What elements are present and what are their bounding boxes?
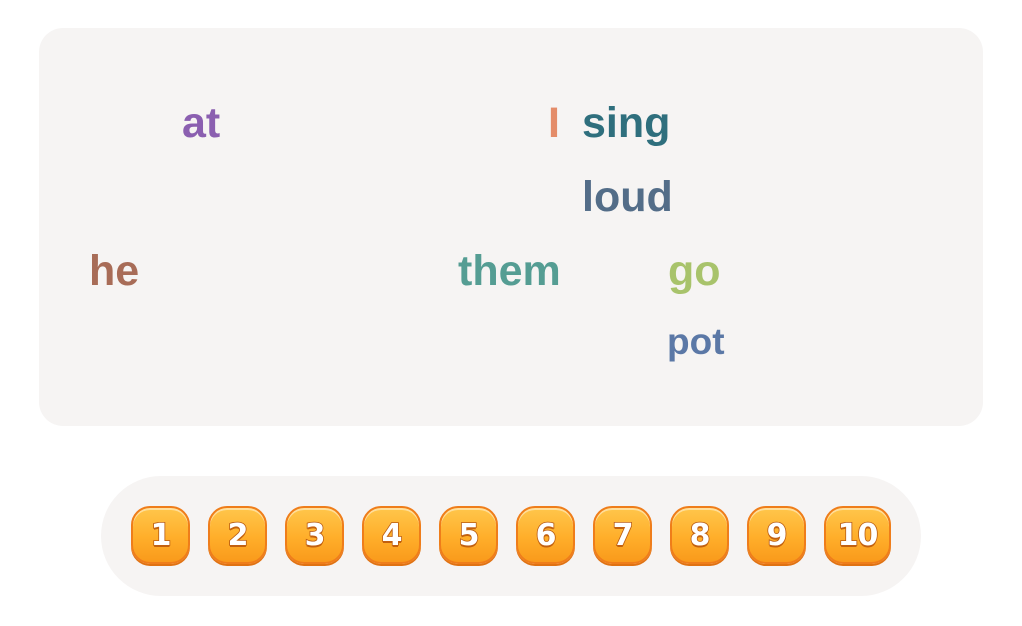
word-tile-at[interactable]: at — [182, 102, 220, 145]
level-button-label: 5 — [458, 517, 480, 554]
word-tile-pot[interactable]: pot — [667, 323, 725, 360]
word-board: at I sing loud he them go pot — [39, 28, 983, 426]
level-button-label: 4 — [381, 517, 403, 554]
level-button-5[interactable]: 5 — [439, 506, 498, 564]
level-button-3[interactable]: 3 — [285, 506, 344, 564]
word-tile-them[interactable]: them — [458, 250, 561, 293]
level-button-2[interactable]: 2 — [208, 506, 267, 564]
level-button-6[interactable]: 6 — [516, 506, 575, 564]
level-button-label: 1 — [150, 517, 172, 554]
level-button-label: 8 — [689, 517, 711, 554]
level-button-label: 3 — [304, 517, 326, 554]
level-button-9[interactable]: 9 — [747, 506, 806, 564]
word-tile-loud[interactable]: loud — [582, 176, 673, 219]
level-selector: 1 2 3 4 5 6 7 8 9 10 — [101, 476, 921, 596]
level-button-label: 7 — [612, 517, 634, 554]
level-button-label: 10 — [837, 517, 879, 554]
level-button-8[interactable]: 8 — [670, 506, 729, 564]
level-button-4[interactable]: 4 — [362, 506, 421, 564]
level-button-7[interactable]: 7 — [593, 506, 652, 564]
level-button-label: 2 — [227, 517, 249, 554]
word-tile-i[interactable]: I — [548, 102, 560, 145]
level-button-1[interactable]: 1 — [131, 506, 190, 564]
level-button-10[interactable]: 10 — [824, 506, 891, 564]
word-tile-sing[interactable]: sing — [582, 102, 670, 145]
word-tile-go[interactable]: go — [668, 250, 721, 293]
word-tile-he[interactable]: he — [89, 250, 139, 293]
level-button-label: 9 — [766, 517, 788, 554]
level-button-label: 6 — [535, 517, 557, 554]
